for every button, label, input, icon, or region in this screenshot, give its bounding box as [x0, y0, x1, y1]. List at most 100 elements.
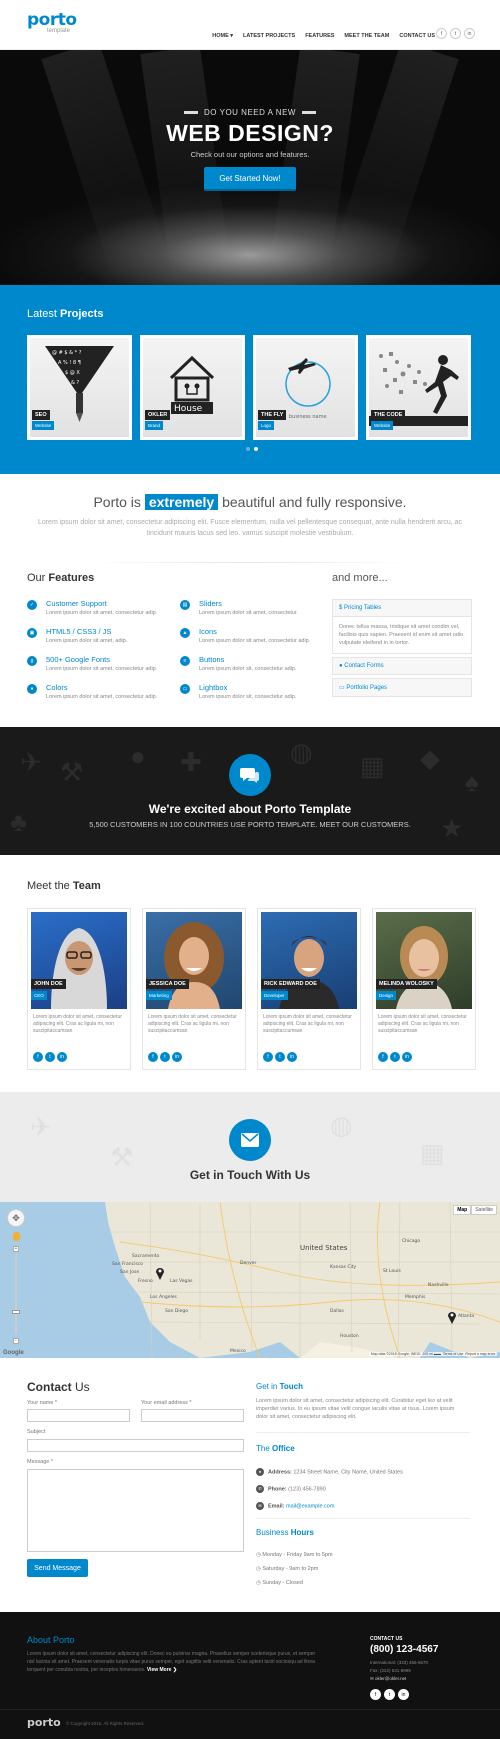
hero-subtitle: Check out our options and features. [190, 150, 310, 159]
office-email: ✉ Email: mail@example.com [256, 1502, 334, 1510]
footer-email[interactable]: ✉ okler@okler.net [370, 1676, 406, 1682]
accordion-header[interactable]: ● Contact Forms [333, 658, 471, 674]
intro-heading: Porto is extremely beautiful and fully r… [93, 494, 407, 510]
pan-control-icon[interactable]: ✥ [7, 1209, 25, 1227]
twitter-icon[interactable]: t [384, 1689, 395, 1700]
project-card-okler[interactable]: House OKLER Brand [140, 335, 245, 440]
twitter-icon[interactable]: t [450, 28, 461, 39]
accordion-body: Donec tellus massa, tristique sit amet c… [333, 616, 471, 653]
svg-text:United States: United States [300, 1244, 348, 1252]
twitter-icon[interactable]: t [160, 1052, 170, 1062]
project-label: THE FLY [258, 410, 287, 420]
zoom-slider[interactable] [15, 1254, 17, 1334]
project-card-seo[interactable]: @ # $ & * ? A % ! 8 ¶ $ @ X & ? SEO Website [27, 335, 132, 440]
nav-latest-projects[interactable]: LATEST PROJECTS [238, 31, 300, 41]
support-icon: ✓ [27, 600, 37, 610]
accordion-header[interactable]: $ Pricing Tables [333, 600, 471, 616]
linkedin-icon[interactable]: in [402, 1052, 412, 1062]
team-grid: JOHN DOE CEO Lorem ipsum dolor sit amet,… [27, 908, 476, 1070]
twitter-icon[interactable]: t [45, 1052, 55, 1062]
zoom-out-button[interactable]: − [13, 1338, 19, 1344]
pegman-icon[interactable] [13, 1232, 20, 1241]
features-title: Our Features [27, 572, 95, 584]
google-map[interactable]: Sacramento San Francisco San Jose Fresno… [0, 1202, 500, 1358]
linkedin-icon[interactable]: in [57, 1052, 67, 1062]
accordion-pricing-tables[interactable]: $ Pricing Tables Donec tellus massa, tri… [332, 599, 472, 654]
project-label: OKLER [145, 410, 171, 420]
get-started-button[interactable]: Get Started Now! [204, 167, 296, 191]
zoom-handle[interactable] [12, 1310, 20, 1314]
name-input[interactable] [27, 1409, 130, 1422]
hours-weekday: ◷ Monday - Friday 9am to 5pm [256, 1552, 333, 1558]
team-member-melinda-wolosky[interactable]: MELINDA WOLOSKY Design Lorem ipsum dolor… [372, 908, 476, 1070]
message-textarea[interactable] [27, 1469, 244, 1552]
feature-desc: Lorem ipsum dolor sit amet, consectetur … [46, 666, 158, 672]
facebook-icon[interactable]: f [263, 1052, 273, 1062]
linkedin-icon[interactable]: in [464, 28, 475, 39]
map-marker-icon[interactable] [155, 1266, 165, 1285]
bars-icon: ≡ [180, 656, 190, 666]
feature-title: Buttons [199, 655, 225, 664]
project-label: THE CODE [371, 410, 406, 420]
project-card-the-fly[interactable]: business name THE FLY Logo [253, 335, 358, 440]
footer-contact-label: CONTACT US [370, 1636, 403, 1642]
facebook-icon[interactable]: f [148, 1052, 158, 1062]
subject-input[interactable] [27, 1439, 244, 1452]
linkedin-icon[interactable]: in [398, 1689, 409, 1700]
map-marker-icon[interactable] [447, 1310, 457, 1329]
map-type-map-button[interactable]: Map [453, 1205, 472, 1215]
member-social: f t in [378, 1052, 412, 1062]
accordion-header[interactable]: ▭ Portfolio Pages [333, 679, 471, 696]
nav-features[interactable]: FEATURES [300, 31, 339, 41]
member-role: Developer [261, 991, 288, 1000]
team-member-jessica-doe[interactable]: JESSICA DOE Marketing Lorem ipsum dolor … [142, 908, 246, 1070]
linkedin-icon[interactable]: in [172, 1052, 182, 1062]
team-member-john-doe[interactable]: JOHN DOE CEO Lorem ipsum dolor sit amet,… [27, 908, 131, 1070]
send-message-button[interactable]: Send Message [27, 1559, 88, 1577]
view-more-link[interactable]: View More ❯ [147, 1667, 177, 1673]
svg-text:Chicago: Chicago [402, 1238, 420, 1244]
accordion-contact-forms[interactable]: ● Contact Forms [332, 657, 472, 675]
map-attribution: Map data ©2015 Google, INEGI 200 mi ▬▬ T… [368, 1352, 497, 1356]
testimonial-subtitle: 5,500 CUSTOMERS IN 100 COUNTRIES USE POR… [89, 820, 411, 829]
accordion-portfolio-pages[interactable]: ▭ Portfolio Pages [332, 678, 472, 697]
zoom-in-button[interactable]: + [13, 1246, 19, 1252]
twitter-icon[interactable]: t [390, 1052, 400, 1062]
facebook-icon[interactable]: f [370, 1689, 381, 1700]
facebook-icon[interactable]: f [436, 28, 447, 39]
message-label: Message * [27, 1459, 53, 1465]
team-member-rick-edward-doe[interactable]: RICK EDWARD DOE Developer Lorem ipsum do… [257, 908, 361, 1070]
hours-saturday: ◷ Saturday - 9am to 2pm [256, 1566, 319, 1572]
member-desc: Lorem ipsum dolor sit amet, consectetur … [263, 1014, 352, 1034]
feature-title: Icons [199, 627, 217, 636]
twitter-icon[interactable]: t [275, 1052, 285, 1062]
email-input[interactable] [141, 1409, 244, 1422]
google-icon: g [27, 656, 37, 666]
facebook-icon[interactable]: f [33, 1052, 43, 1062]
phone-bg-icon: ▦ [360, 751, 385, 781]
svg-text:Denver: Denver [240, 1260, 257, 1266]
page: porto template HOME ▾ LATEST PROJECTS FE… [0, 0, 500, 1739]
contact-title: Contact Us [27, 1380, 90, 1394]
project-card-the-code[interactable]: THE CODE Website [366, 335, 471, 440]
site-footer: About Porto Lorem ipsum dolor sit amet, … [0, 1612, 500, 1739]
logo[interactable]: porto template [27, 10, 77, 35]
nav-meet-the-team[interactable]: MEET THE TEAM [339, 31, 394, 41]
logo-text: porto [27, 10, 77, 30]
carousel-dot[interactable] [246, 447, 250, 451]
facebook-icon[interactable]: f [378, 1052, 388, 1062]
carousel-dot-active[interactable] [254, 447, 258, 451]
nav-home[interactable]: HOME ▾ [207, 31, 238, 41]
footer-logo[interactable]: porto [27, 1716, 61, 1729]
footer-about-title: About Porto [27, 1635, 75, 1645]
linkedin-icon[interactable]: in [287, 1052, 297, 1062]
carousel-dots [246, 447, 258, 451]
intro-paragraph: Lorem ipsum dolor sit amet, consectetur … [37, 519, 463, 537]
footer-social: f t in [370, 1689, 409, 1700]
globe-bg-icon: ◍ [290, 737, 313, 767]
map-type-satellite-button[interactable]: Satellite [471, 1205, 497, 1215]
feature-title: Sliders [199, 599, 222, 608]
get-in-touch-text: Lorem ipsum dolor sit amet, consectetur … [256, 1398, 455, 1420]
nav-contact-us[interactable]: CONTACT US [394, 31, 440, 41]
email-link[interactable]: mail@example.com [286, 1503, 334, 1509]
